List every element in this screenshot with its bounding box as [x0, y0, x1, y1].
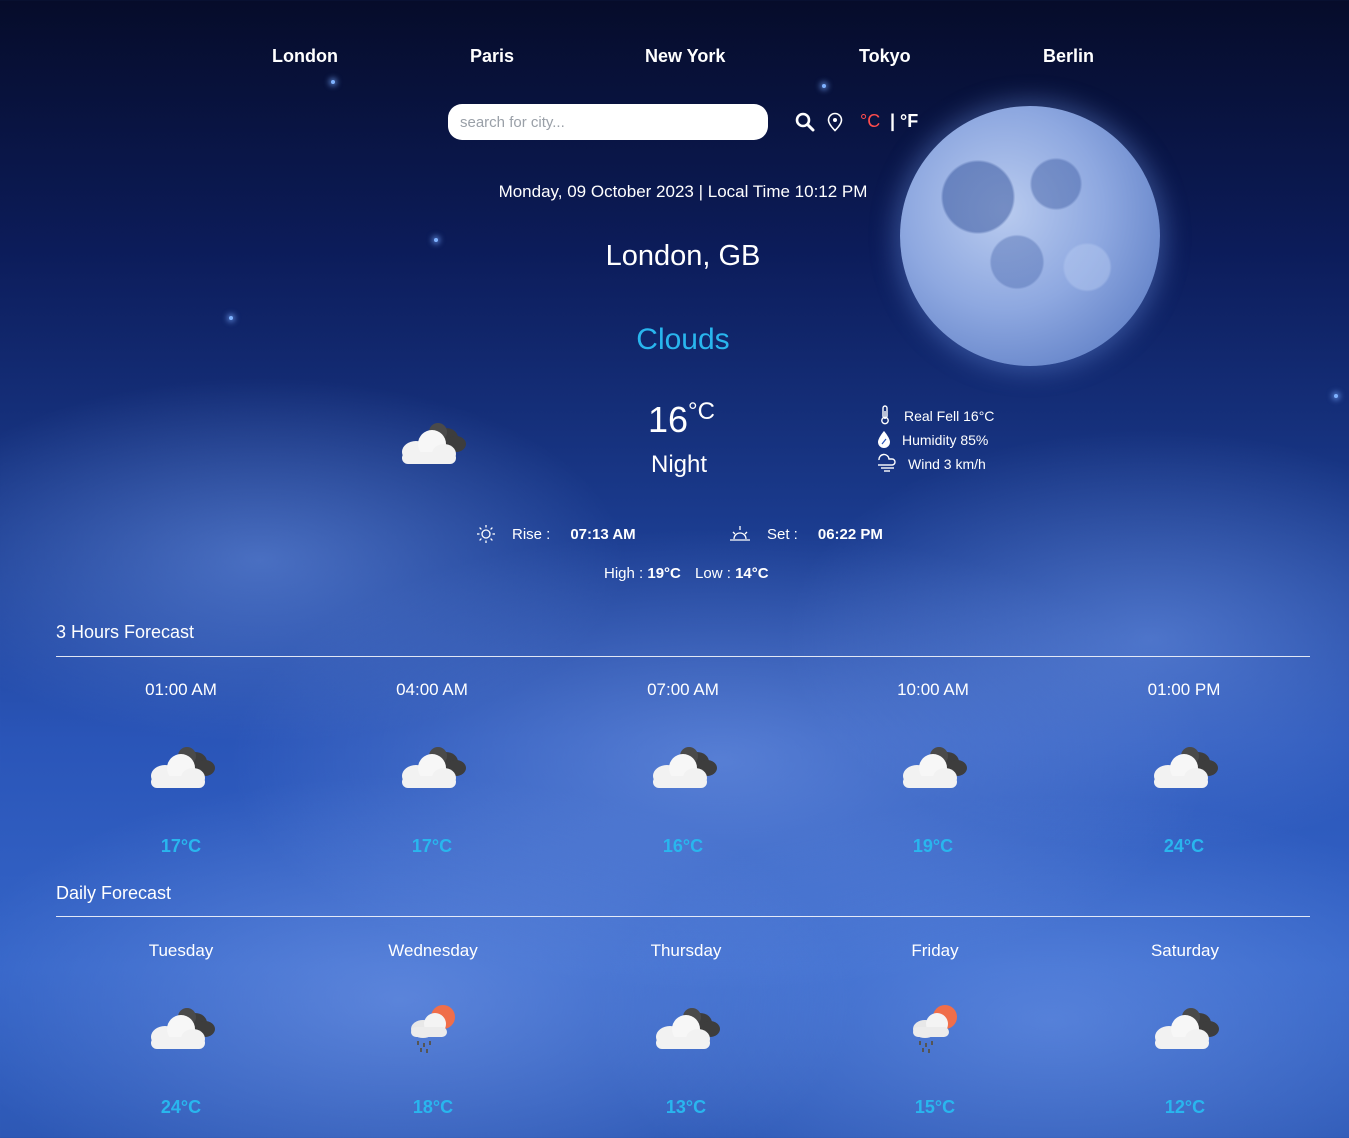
- sunset-icon: [729, 524, 751, 544]
- high-label: High :: [604, 565, 644, 582]
- daily-temp: 24°C: [160, 1097, 202, 1117]
- hourly-item: 10:00 AM 19°C: [833, 680, 1033, 857]
- hourly-temp: 24°C: [1163, 836, 1205, 856]
- hourly-item: 04:00 AM 17°C: [332, 680, 532, 857]
- sunrise-time: 07:13 AM: [570, 525, 636, 543]
- hourly-time: 10:00 AM: [897, 680, 969, 699]
- daily-forecast-title: Daily Forecast: [56, 883, 172, 903]
- daily-item: Friday 15°C: [835, 941, 1035, 1118]
- hourly-temp: 16°C: [662, 836, 704, 856]
- sunrise-row: Rise : 07:13 AM: [476, 524, 636, 544]
- star-decoration: [1334, 394, 1338, 398]
- hourly-forecast-title: 3 Hours Forecast: [56, 622, 195, 642]
- hourly-temp: 19°C: [912, 836, 954, 856]
- sun-rain-icon: [333, 1001, 533, 1057]
- sun-rain-icon: [835, 1001, 1035, 1057]
- city-nav: London Paris New York Tokyo Berlin: [0, 46, 1349, 70]
- wind-text: Wind 3 km/h: [908, 456, 986, 472]
- nav-city-paris[interactable]: Paris: [470, 46, 514, 67]
- star-decoration: [331, 80, 335, 84]
- daily-temp: 15°C: [914, 1097, 956, 1117]
- sunset-label: Set :: [767, 525, 798, 543]
- daily-day: Wednesday: [388, 941, 478, 960]
- cloudy-icon: [586, 1001, 786, 1057]
- hourly-time: 01:00 AM: [145, 680, 217, 699]
- sunset-row: Set : 06:22 PM: [729, 524, 883, 544]
- cloudy-icon: [833, 740, 1033, 796]
- detail-real-feel: Real Fell 16°C: [876, 404, 995, 428]
- hourly-divider: [56, 656, 1310, 657]
- celsius-toggle[interactable]: °C: [860, 111, 880, 132]
- nav-city-berlin[interactable]: Berlin: [1043, 46, 1094, 67]
- search-input[interactable]: [448, 104, 768, 140]
- humidity-icon: [876, 429, 892, 452]
- detail-wind: Wind 3 km/h: [876, 453, 986, 476]
- hourly-time: 01:00 PM: [1147, 680, 1221, 699]
- cloudy-night-icon: [394, 416, 470, 472]
- daily-temp: 12°C: [1164, 1097, 1206, 1117]
- hourly-time: 04:00 AM: [396, 680, 468, 699]
- nav-city-london[interactable]: London: [272, 46, 338, 67]
- sunset-time: 06:22 PM: [817, 525, 883, 543]
- cloudy-icon: [81, 1001, 281, 1057]
- day-period: Night: [651, 451, 708, 478]
- real-feel-text: Real Fell 16°C: [904, 408, 995, 424]
- cloudy-icon: [332, 740, 532, 796]
- hourly-item: 07:00 AM 16°C: [583, 680, 783, 857]
- daily-item: Tuesday 24°C: [81, 941, 281, 1118]
- daily-divider: [56, 916, 1310, 917]
- wind-icon: [876, 453, 898, 476]
- sun-icon: [476, 524, 496, 544]
- high-low: High : 19°C Low : 14°C: [604, 565, 769, 582]
- location-name: London, GB: [605, 240, 761, 272]
- hourly-temp: 17°C: [411, 836, 453, 856]
- cloudy-icon: [1084, 740, 1284, 796]
- daily-temp: 18°C: [412, 1097, 454, 1117]
- hourly-temp: 17°C: [160, 836, 202, 856]
- weather-condition: Clouds: [636, 323, 730, 356]
- nav-city-tokyo[interactable]: Tokyo: [859, 46, 911, 67]
- sunrise-label: Rise :: [512, 525, 551, 543]
- low-temp: 14°C: [735, 565, 769, 582]
- daily-day: Thursday: [650, 941, 722, 960]
- daily-temp: 13°C: [665, 1097, 707, 1117]
- search-icon[interactable]: [795, 112, 815, 136]
- humidity-text: Humidity 85%: [902, 432, 989, 448]
- cloudy-icon: [81, 740, 281, 796]
- daily-day: Saturday: [1150, 941, 1220, 960]
- location-pin-icon[interactable]: [826, 112, 844, 136]
- temperature-value: 16: [648, 399, 689, 440]
- fahrenheit-toggle[interactable]: °F: [900, 111, 918, 132]
- temperature-unit: °C: [688, 398, 715, 425]
- current-temperature: 16°C: [648, 398, 715, 441]
- hourly-item: 01:00 AM 17°C: [81, 680, 281, 857]
- star-decoration: [822, 84, 826, 88]
- high-temp: 19°C: [647, 565, 681, 582]
- hourly-time: 07:00 AM: [647, 680, 719, 699]
- unit-separator: |: [890, 111, 896, 131]
- daily-item: Wednesday 18°C: [333, 941, 533, 1118]
- date-time: Monday, 09 October 2023 | Local Time 10:…: [498, 182, 868, 201]
- thermometer-icon: [876, 404, 894, 428]
- daily-item: Thursday 13°C: [586, 941, 786, 1118]
- daily-item: Saturday 12°C: [1085, 941, 1285, 1118]
- nav-city-new-york[interactable]: New York: [645, 46, 725, 67]
- star-decoration: [229, 316, 233, 320]
- low-label: Low :: [695, 565, 731, 582]
- cloudy-icon: [583, 740, 783, 796]
- cloudy-icon: [1085, 1001, 1285, 1057]
- daily-day: Tuesday: [148, 941, 214, 960]
- detail-humidity: Humidity 85%: [876, 430, 988, 450]
- daily-day: Friday: [911, 941, 959, 960]
- hourly-item: 01:00 PM 24°C: [1084, 680, 1284, 857]
